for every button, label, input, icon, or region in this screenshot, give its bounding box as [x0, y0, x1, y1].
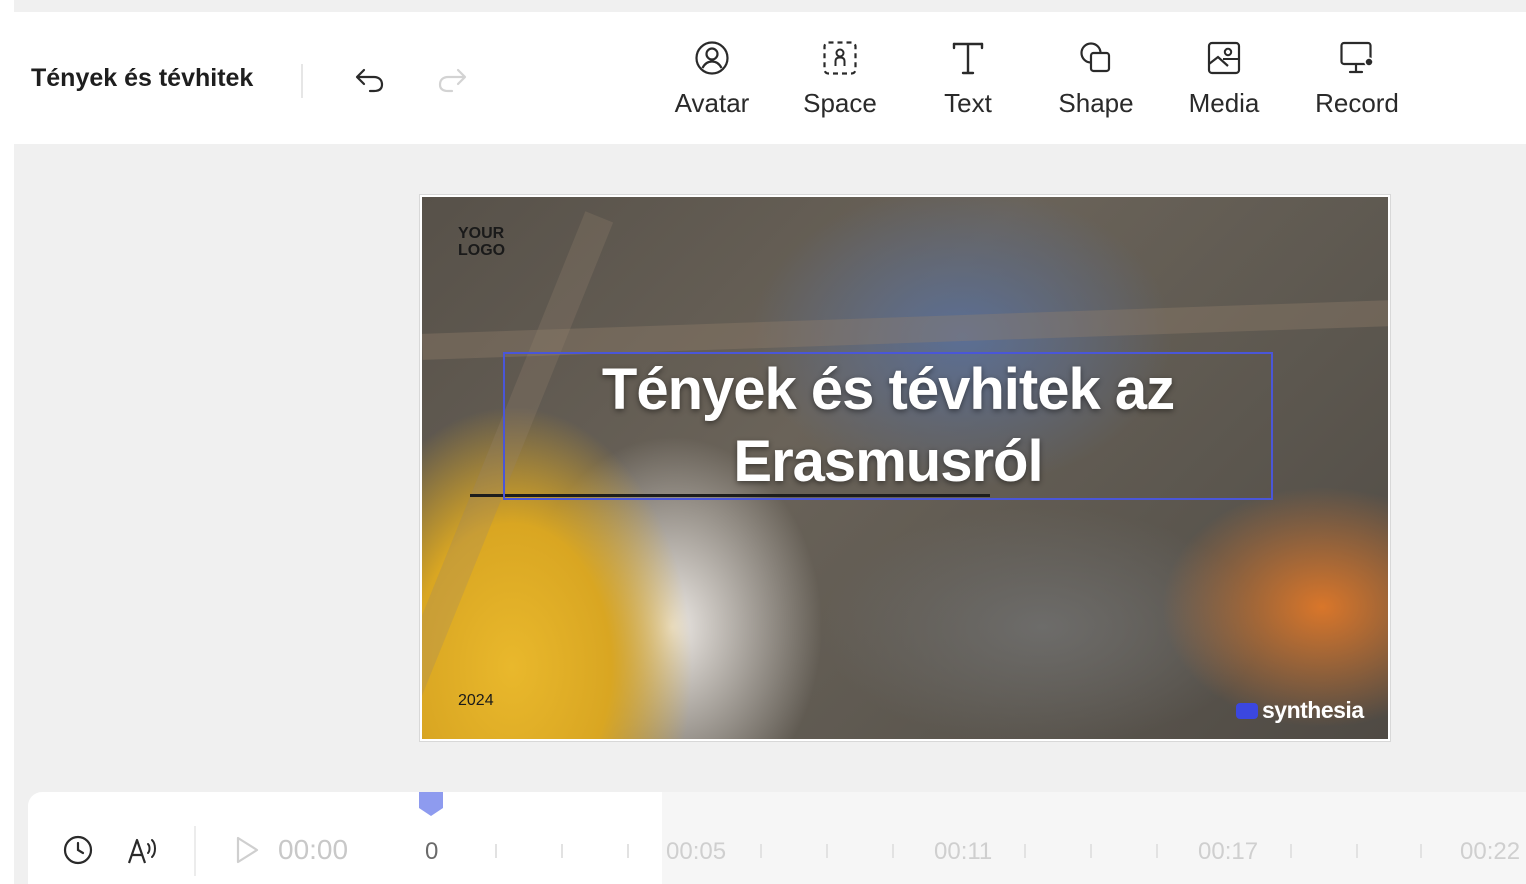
tick-mark: [760, 844, 762, 858]
undo-icon: [355, 68, 384, 93]
timeline-panel: 00:00 0 00:05 00:11 00:17 00:22: [28, 792, 1526, 884]
tool-avatar-label: Avatar: [674, 88, 750, 118]
tick-mark: [826, 844, 828, 858]
playhead-handle[interactable]: [418, 792, 444, 818]
timing-button[interactable]: [58, 830, 98, 870]
editor-toolbar: Tények és tévhitek Avatar Space Text Sha…: [14, 12, 1526, 144]
current-time: 00:00: [278, 834, 349, 865]
synthesia-logo-icon: [1236, 702, 1258, 719]
redo-button[interactable]: [432, 60, 472, 100]
tick-mark: [627, 844, 629, 858]
tick-mark: [1356, 844, 1358, 858]
tool-record-label: Record: [1315, 88, 1399, 118]
tool-shape[interactable]: Shape: [1041, 38, 1151, 134]
tick-mark: [1290, 844, 1292, 858]
text-icon: [948, 38, 988, 78]
tool-media-label: Media: [1188, 88, 1260, 118]
tick-label: 00:17: [1198, 838, 1259, 865]
slide-title-textbox[interactable]: Tények és tévhitek az Erasmusról: [503, 352, 1273, 500]
tool-shape-label: Shape: [1058, 88, 1134, 118]
tool-text[interactable]: Text: [913, 38, 1023, 134]
media-icon: [1204, 38, 1244, 78]
slide-canvas[interactable]: YOUR LOGO Tények és tévhitek az Erasmusr…: [420, 195, 1390, 741]
tick-mark: [561, 844, 563, 858]
tick-mark: [1156, 844, 1158, 858]
logo-placeholder[interactable]: YOUR LOGO: [458, 225, 518, 259]
tick-mark: [892, 844, 894, 858]
tick-label: 0: [425, 838, 439, 865]
tick-mark: [1420, 844, 1422, 858]
tool-space[interactable]: Space: [785, 38, 895, 134]
undo-button[interactable]: [350, 60, 390, 100]
timeline-divider: [194, 826, 196, 876]
slide-title[interactable]: Tények és tévhitek az Erasmusról: [505, 354, 1271, 498]
redo-icon: [438, 68, 467, 93]
avatar-icon: [692, 38, 732, 78]
clock-icon: [63, 835, 93, 865]
project-title[interactable]: Tények és tévhitek: [31, 64, 253, 93]
tool-avatar[interactable]: Avatar: [657, 38, 767, 134]
tool-record[interactable]: Record: [1302, 38, 1412, 134]
tool-space-label: Space: [803, 88, 877, 118]
brand-watermark: synthesia: [1236, 697, 1364, 724]
voice-button[interactable]: [124, 830, 164, 870]
tick-mark: [495, 844, 497, 858]
slide-year[interactable]: 2024: [458, 692, 494, 710]
record-icon: [1337, 38, 1377, 78]
space-icon: [820, 38, 860, 78]
tool-text-label: Text: [944, 88, 992, 118]
tick-label: 00:11: [934, 838, 993, 865]
tool-media[interactable]: Media: [1169, 38, 1279, 134]
voice-icon: [127, 838, 156, 864]
timeline-track-scene[interactable]: [662, 792, 1526, 884]
play-button[interactable]: [226, 830, 266, 870]
toolbar-divider: [301, 64, 303, 98]
tick-label: 00:05: [666, 838, 727, 865]
shape-icon: [1076, 38, 1116, 78]
tick-mark: [1024, 844, 1026, 858]
brand-name: synthesia: [1262, 697, 1364, 723]
tick-mark: [1090, 844, 1092, 858]
top-strip: [14, 0, 1526, 12]
tick-label: 00:22: [1460, 838, 1521, 865]
play-icon: [236, 836, 259, 864]
